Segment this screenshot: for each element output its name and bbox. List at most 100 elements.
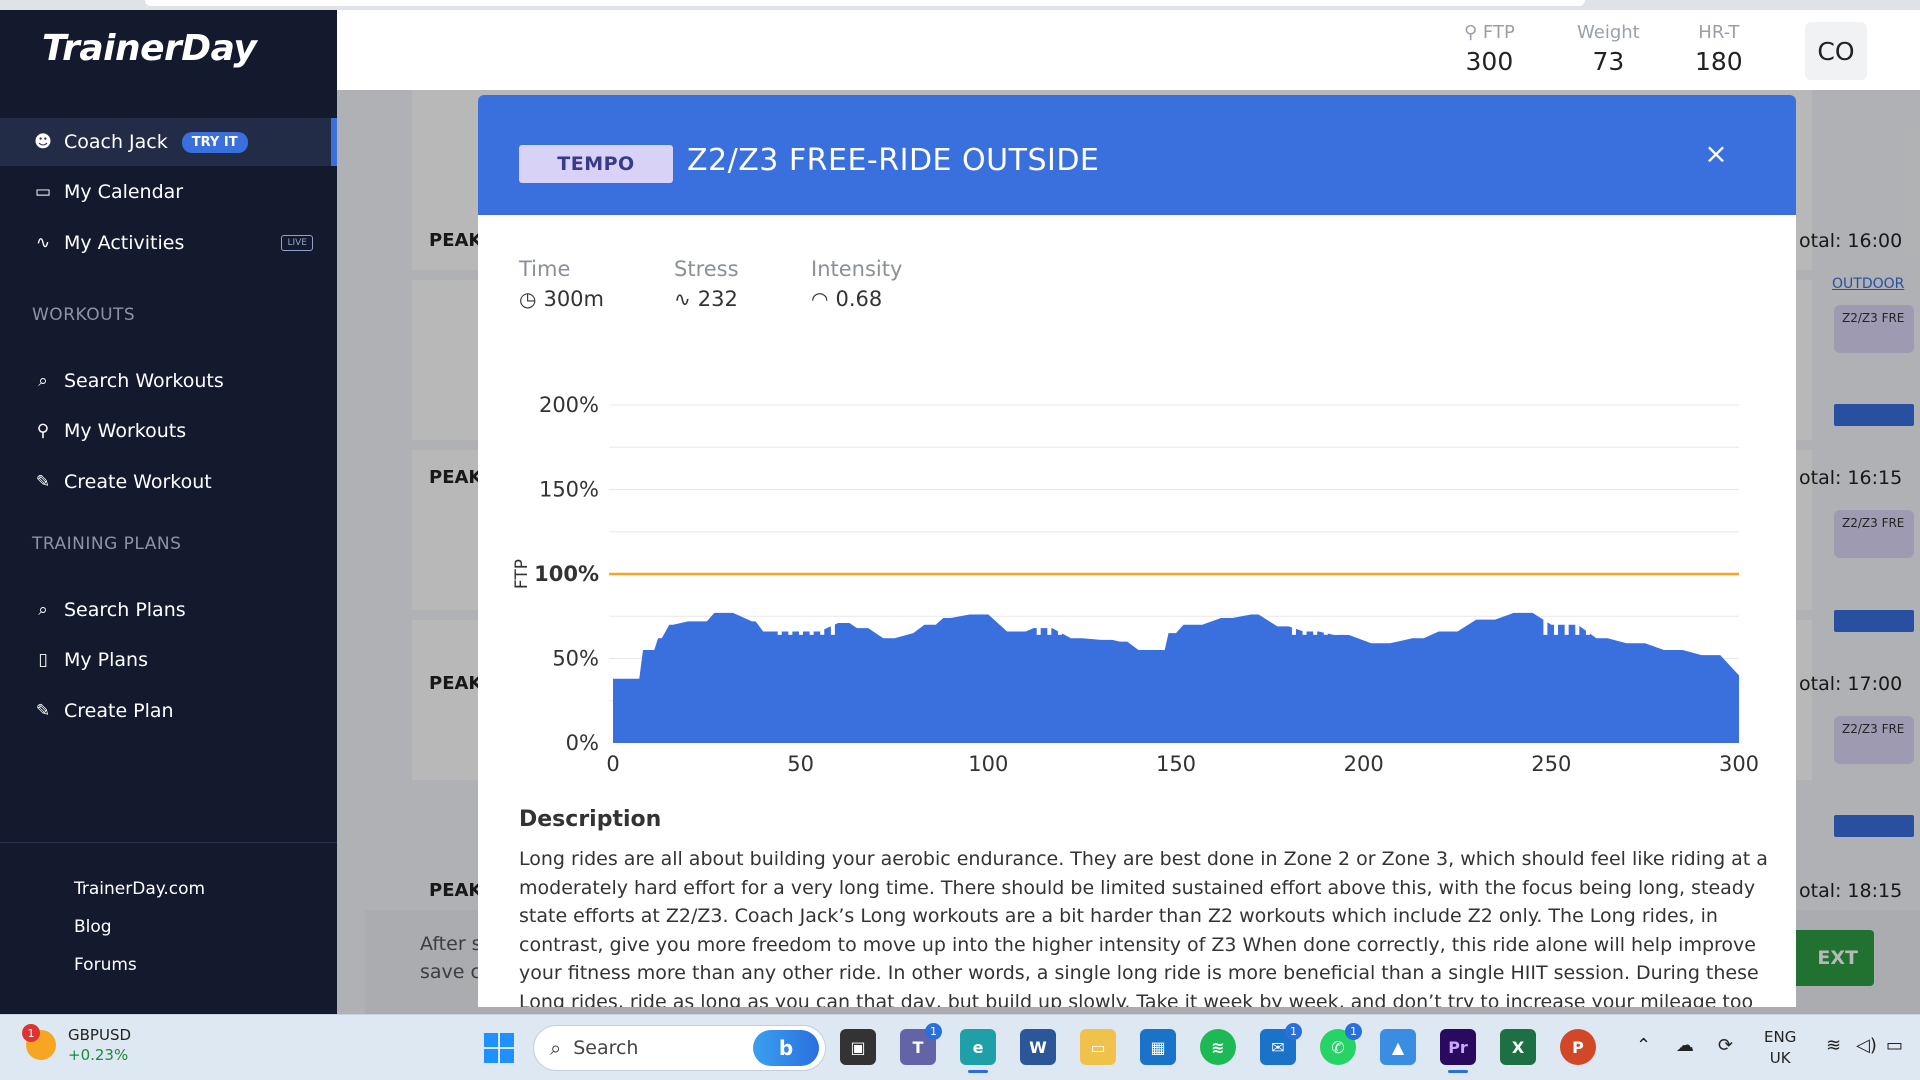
interval-rest-stripe — [1313, 617, 1318, 635]
sidebar-item-search-workouts[interactable]: ⌕ Search Workouts — [0, 357, 337, 405]
workouts-section-header: WORKOUTS — [32, 305, 136, 325]
intensity-label: Intensity — [811, 257, 903, 281]
trainerday-logo[interactable]: TrainerDay — [42, 28, 257, 69]
interval-rest-stripe — [1089, 617, 1094, 635]
word-icon[interactable]: W — [1020, 1029, 1056, 1065]
interval-rest-stripe — [1575, 617, 1580, 635]
bing-icon[interactable]: b — [753, 1030, 819, 1066]
weight-value: 73 — [1592, 47, 1625, 76]
language-indicator[interactable]: ENG UK — [1764, 1027, 1796, 1069]
x-tick-label: 250 — [1531, 752, 1571, 776]
search-icon: ⌕ — [550, 1036, 562, 1060]
interval-rest-stripe — [830, 617, 835, 635]
sidebar-item-my-workouts[interactable]: ⚲ My Workouts — [0, 407, 337, 455]
interval-rest-stripe — [820, 617, 825, 635]
gauge-icon: ◠ — [811, 287, 829, 311]
x-tick-label: 150 — [1156, 752, 1196, 776]
weight-label: Weight — [1577, 22, 1640, 43]
y-tick-label: 200% — [539, 393, 599, 417]
interval-rest-stripe — [798, 617, 803, 635]
store-icon[interactable]: ▦ — [1140, 1029, 1176, 1065]
powerpoint-icon[interactable]: P — [1560, 1029, 1596, 1065]
task-view-icon[interactable]: ▣ — [840, 1029, 876, 1065]
spotify-icon[interactable]: ≋ — [1200, 1029, 1236, 1065]
browser-tab-strip — [0, 0, 1920, 10]
footer-link-trainerday[interactable]: TrainerDay.com — [74, 879, 205, 899]
pulse-icon: ∿ — [674, 287, 691, 311]
top-bar: ⚲ FTP 300 Weight 73 HR-T 180 CO — [337, 10, 1920, 90]
interval-rest-stripe — [1554, 617, 1559, 635]
sidebar-item-my-calendar[interactable]: ▭ My Calendar — [0, 168, 337, 216]
book-icon: ▯ — [38, 650, 48, 670]
excel-icon[interactable]: X — [1500, 1029, 1536, 1065]
stress-label: Stress — [674, 257, 739, 281]
y-tick-label: 100% — [534, 562, 599, 586]
time-value: ◷ 300m — [519, 287, 604, 311]
taskbar-search[interactable]: ⌕ Search b — [533, 1025, 826, 1071]
sidebar-item-coach-jack[interactable]: ☻ Coach Jack TRY IT — [0, 118, 337, 166]
search-icon: ⌕ — [38, 371, 48, 391]
sidebar-item-label: Create Workout — [64, 471, 212, 493]
file-explorer-icon[interactable]: ▭ — [1080, 1029, 1116, 1065]
cloud-icon[interactable]: ☁ — [1676, 1035, 1694, 1056]
footer-link-forums[interactable]: Forums — [74, 955, 137, 975]
interval-rest-stripe — [788, 617, 793, 635]
stress-metric: Stress ∿ 232 — [674, 257, 739, 311]
sidebar-item-my-plans[interactable]: ▯ My Plans — [0, 636, 337, 684]
interval-rest-stripe — [1079, 617, 1084, 635]
time-label: Time — [519, 257, 571, 281]
close-button[interactable]: × — [1700, 137, 1732, 170]
workout-chart: 0% 50% 100% 150% 200% 0 50 100 150 200 250 300 FTP — [478, 345, 1796, 865]
interval-rest-stripe — [809, 617, 814, 635]
intensity-value: ◠ 0.68 — [811, 287, 883, 311]
sidebar: TrainerDay ☻ Coach Jack TRY IT ▭ My Cale… — [0, 10, 337, 1014]
interval-rest-stripe — [777, 617, 782, 635]
modal-header: TEMPO Z2/Z3 FREE-RIDE OUTSIDE × — [478, 95, 1796, 215]
interval-rest-stripe — [1047, 617, 1052, 635]
interval-rest-stripe — [1057, 617, 1062, 635]
sidebar-item-label: Search Workouts — [64, 370, 224, 392]
mail-icon[interactable]: ✉ 1 — [1260, 1023, 1302, 1065]
workout-title: Z2/Z3 FREE-RIDE OUTSIDE — [687, 143, 1100, 178]
training-plans-section-header: TRAINING PLANS — [32, 534, 182, 554]
stock-widget[interactable]: 1 GBPUSD +0.23% — [22, 1024, 131, 1065]
interval-rest-stripe — [1334, 617, 1339, 635]
premiere-icon[interactable]: Pr — [1440, 1029, 1476, 1073]
try-it-badge: TRY IT — [181, 131, 248, 153]
windows-start-icon[interactable] — [484, 1033, 514, 1063]
sidebar-item-label: Search Plans — [64, 599, 186, 621]
sync-icon[interactable]: ⟳ — [1718, 1035, 1733, 1056]
chevron-up-icon[interactable]: ⌃ — [1636, 1035, 1651, 1056]
search-icon: ⌕ — [38, 600, 48, 620]
clock-icon: ◷ — [519, 287, 537, 311]
hrt-label: HR-T — [1698, 22, 1740, 43]
teams-icon[interactable]: T1 — [900, 1023, 942, 1065]
ftp-value: 300 — [1465, 47, 1514, 76]
interval-rest-stripe — [1345, 617, 1350, 635]
footer-link-blog[interactable]: Blog — [74, 917, 112, 937]
x-tick-label: 100 — [968, 752, 1008, 776]
wifi-icon[interactable]: ≋ — [1826, 1035, 1841, 1056]
interval-rest-stripe — [1596, 617, 1601, 635]
edge-icon[interactable]: e — [960, 1029, 996, 1073]
photos-icon[interactable]: ▲ — [1380, 1029, 1416, 1065]
whatsapp-icon[interactable]: ✆ 1 — [1320, 1023, 1362, 1065]
sidebar-item-search-plans[interactable]: ⌕ Search Plans — [0, 586, 337, 634]
sidebar-item-create-workout[interactable]: ✎ Create Workout — [0, 458, 337, 506]
interval-rest-stripe — [1291, 617, 1296, 635]
weight-stat: Weight 73 — [1577, 22, 1640, 76]
description-heading: Description — [519, 807, 662, 832]
y-axis-label: FTP — [512, 559, 532, 589]
bike-icon: ⚲ — [36, 421, 50, 441]
battery-icon[interactable]: ▭ — [1886, 1035, 1903, 1056]
sidebar-item-create-plan[interactable]: ✎ Create Plan — [0, 687, 337, 735]
sidebar-item-label: Coach Jack — [64, 131, 168, 153]
user-avatar[interactable]: CO — [1805, 22, 1867, 80]
intensity-metric: Intensity ◠ 0.68 — [811, 257, 902, 311]
x-tick-label: 200 — [1344, 752, 1384, 776]
volume-icon[interactable]: ◁) — [1856, 1035, 1877, 1056]
sidebar-item-label: Create Plan — [64, 700, 174, 722]
sidebar-item-my-activities[interactable]: ∿ My Activities LIVE — [0, 219, 337, 267]
y-tick-label: 0% — [566, 731, 599, 755]
edit-icon: ✎ — [35, 701, 51, 721]
